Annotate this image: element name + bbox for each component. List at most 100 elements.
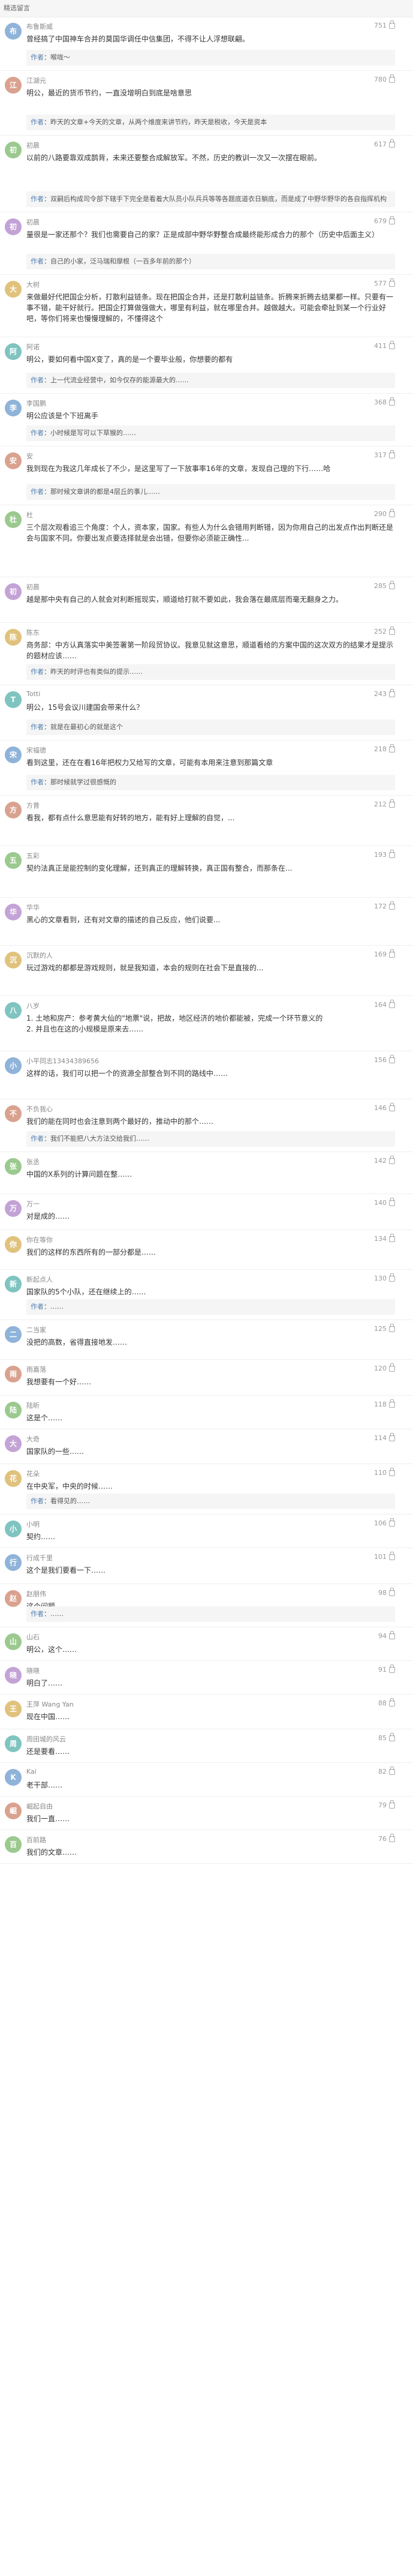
avatar[interactable]: 崛: [5, 1803, 22, 1819]
commenter-name[interactable]: 崛起自由: [26, 1801, 53, 1811]
like-button[interactable]: 411: [374, 340, 395, 350]
avatar[interactable]: 陈: [5, 629, 22, 646]
like-button[interactable]: 120: [374, 1363, 395, 1372]
commenter-name[interactable]: 陆昕: [26, 1401, 40, 1410]
commenter-name[interactable]: 李国鹏: [26, 398, 46, 408]
like-button[interactable]: 252: [374, 626, 395, 635]
like-button[interactable]: 101: [374, 1551, 395, 1561]
avatar[interactable]: 行: [5, 1554, 22, 1571]
commenter-name[interactable]: 杜: [26, 510, 33, 520]
like-button[interactable]: 172: [374, 901, 395, 910]
like-button[interactable]: 780: [374, 74, 395, 83]
like-button[interactable]: 82: [378, 1766, 395, 1776]
like-button[interactable]: 134: [374, 1233, 395, 1243]
avatar[interactable]: 雨: [5, 1366, 22, 1383]
commenter-name[interactable]: 陈东: [26, 628, 40, 637]
avatar[interactable]: 宋: [5, 746, 22, 763]
avatar[interactable]: 赵: [5, 1590, 22, 1607]
avatar[interactable]: 陆: [5, 1402, 22, 1419]
avatar[interactable]: 你: [5, 1236, 22, 1253]
avatar[interactable]: 不: [5, 1105, 22, 1122]
commenter-name[interactable]: 山石: [26, 1632, 40, 1642]
commenter-name[interactable]: 宋福德: [26, 745, 46, 755]
commenter-name[interactable]: 万一: [26, 1199, 40, 1208]
commenter-name[interactable]: 行成千里: [26, 1553, 53, 1563]
commenter-name[interactable]: 张丞: [26, 1157, 40, 1166]
commenter-name[interactable]: 赵朋伟: [26, 1589, 46, 1599]
avatar[interactable]: 八: [5, 1002, 22, 1019]
avatar[interactable]: K: [5, 1769, 22, 1786]
like-button[interactable]: 118: [374, 1399, 395, 1408]
commenter-name[interactable]: 布鲁斯威: [26, 22, 53, 31]
like-button[interactable]: 218: [374, 743, 395, 753]
commenter-name[interactable]: 五彩: [26, 851, 40, 860]
like-button[interactable]: 91: [378, 1664, 395, 1674]
like-button[interactable]: 751: [374, 20, 395, 29]
avatar[interactable]: 初: [5, 583, 22, 600]
avatar[interactable]: 小: [5, 1057, 22, 1074]
like-button[interactable]: 130: [374, 1273, 395, 1282]
avatar[interactable]: 张: [5, 1158, 22, 1175]
avatar[interactable]: 新: [5, 1276, 22, 1293]
like-button[interactable]: 679: [374, 215, 395, 225]
commenter-name[interactable]: Kai: [26, 1768, 37, 1776]
avatar[interactable]: 布: [5, 23, 22, 40]
commenter-name[interactable]: 八岁: [26, 1001, 40, 1010]
avatar[interactable]: 江: [5, 77, 22, 94]
like-button[interactable]: 125: [374, 1323, 395, 1333]
commenter-name[interactable]: 大树: [26, 280, 40, 289]
commenter-name[interactable]: 你在等你: [26, 1235, 53, 1244]
commenter-name[interactable]: 王萍 Wang Yan: [26, 1699, 74, 1709]
avatar[interactable]: 大: [5, 1435, 22, 1452]
like-button[interactable]: 79: [378, 1800, 395, 1809]
avatar[interactable]: 万: [5, 1200, 22, 1217]
like-button[interactable]: 106: [374, 1518, 395, 1527]
avatar[interactable]: 二: [5, 1326, 22, 1343]
avatar[interactable]: 周: [5, 1735, 22, 1752]
commenter-name[interactable]: 大奇: [26, 1434, 40, 1444]
commenter-name[interactable]: 周田城的风云: [26, 1734, 66, 1744]
avatar[interactable]: 安: [5, 452, 22, 469]
avatar[interactable]: 花: [5, 1470, 22, 1487]
avatar[interactable]: 方: [5, 802, 22, 818]
commenter-name[interactable]: 方普: [26, 800, 40, 810]
commenter-name[interactable]: 花朵: [26, 1469, 40, 1479]
like-button[interactable]: 617: [374, 139, 395, 148]
like-button[interactable]: 85: [378, 1732, 395, 1742]
avatar[interactable]: 大: [5, 281, 22, 298]
like-button[interactable]: 317: [374, 449, 395, 459]
commenter-name[interactable]: 小平同志13434389656: [26, 1056, 99, 1066]
avatar[interactable]: 小: [5, 1521, 22, 1537]
avatar[interactable]: 山: [5, 1633, 22, 1650]
like-button[interactable]: 193: [374, 849, 395, 859]
commenter-name[interactable]: 阿诺: [26, 342, 40, 352]
avatar[interactable]: 沉: [5, 952, 22, 968]
commenter-name[interactable]: 雨嘉落: [26, 1365, 46, 1374]
like-button[interactable]: 146: [374, 1102, 395, 1112]
commenter-name[interactable]: 华华: [26, 902, 40, 912]
avatar[interactable]: 杜: [5, 511, 22, 528]
avatar[interactable]: T: [5, 691, 22, 708]
like-button[interactable]: 98: [378, 1587, 395, 1597]
commenter-name[interactable]: Totti: [26, 690, 40, 698]
commenter-name[interactable]: 新起点人: [26, 1274, 53, 1284]
like-button[interactable]: 94: [378, 1630, 395, 1640]
commenter-name[interactable]: 初晨: [26, 582, 40, 592]
avatar[interactable]: 百: [5, 1836, 22, 1853]
like-button[interactable]: 114: [374, 1432, 395, 1442]
like-button[interactable]: 88: [378, 1698, 395, 1707]
like-button[interactable]: 76: [378, 1833, 395, 1843]
like-button[interactable]: 577: [374, 278, 395, 287]
like-button[interactable]: 368: [374, 397, 395, 406]
commenter-name[interactable]: 不负我心: [26, 1104, 53, 1114]
commenter-name[interactable]: 沉默的人: [26, 950, 53, 960]
like-button[interactable]: 156: [374, 1054, 395, 1064]
avatar[interactable]: 五: [5, 852, 22, 869]
like-button[interactable]: 140: [374, 1197, 395, 1207]
like-button[interactable]: 142: [374, 1155, 395, 1165]
avatar[interactable]: 初: [5, 142, 22, 158]
commenter-name[interactable]: 江湖元: [26, 76, 46, 85]
like-button[interactable]: 243: [374, 688, 395, 698]
commenter-name[interactable]: 晓晓: [26, 1666, 40, 1675]
like-button[interactable]: 164: [374, 999, 395, 1009]
